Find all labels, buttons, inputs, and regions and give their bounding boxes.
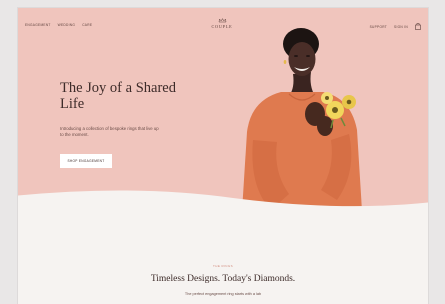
shopping-bag-icon[interactable] (415, 23, 421, 30)
hero-subtitle: Introducing a collection of bespoke ring… (60, 126, 159, 138)
section-kicker: The Rings (213, 264, 233, 268)
nav-link-care[interactable]: Care (82, 23, 92, 27)
utility-nav: Support Sign in (370, 23, 421, 30)
nav-link-sign-in[interactable]: Sign in (394, 25, 408, 29)
section-subtitle: The perfect engagement ring starts with … (184, 292, 262, 296)
nav-link-wedding[interactable]: Wedding (58, 23, 76, 27)
nav-link-engagement[interactable]: Engagement (25, 23, 51, 27)
shop-engagement-button[interactable]: Shop Engagement (60, 154, 112, 168)
hero-divider-wave (18, 190, 428, 234)
section-title: Timeless Designs. Today's Diamonds. (150, 274, 296, 284)
hero-title: The Joy of a Shared Life (60, 80, 176, 112)
main-nav: Engagement Wedding Care (25, 23, 92, 27)
website-page: Engagement Wedding Care COUPLE Support S… (18, 8, 428, 304)
